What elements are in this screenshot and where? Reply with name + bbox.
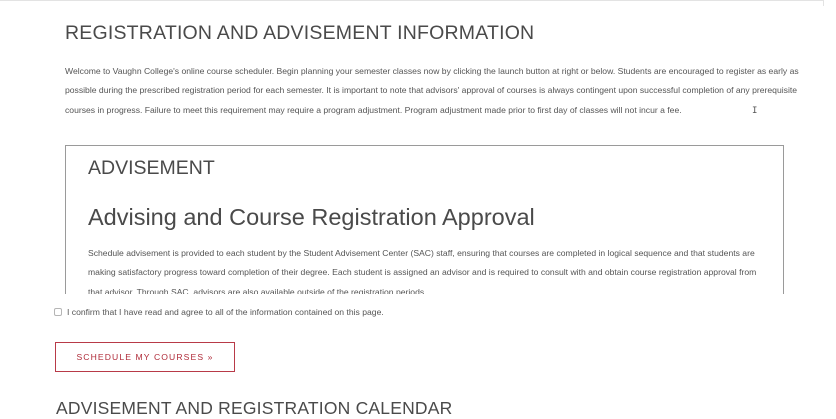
section-title: REGISTRATION AND ADVISEMENT INFORMATION: [65, 22, 535, 44]
page: REGISTRATION AND ADVISEMENT INFORMATION …: [0, 0, 836, 419]
advisement-box: ADVISEMENT Advising and Course Registrat…: [65, 145, 784, 294]
confirm-row[interactable]: I confirm that I have read and agree to …: [54, 306, 384, 318]
scroll-panel[interactable]: REGISTRATION AND ADVISEMENT INFORMATION …: [0, 0, 824, 294]
confirm-label: I confirm that I have read and agree to …: [67, 307, 384, 317]
advisement-body: Schedule advisement is provided to each …: [88, 248, 757, 294]
intro-paragraph: Welcome to Vaughn College's online cours…: [65, 66, 799, 115]
confirm-checkbox[interactable]: [54, 308, 62, 316]
advisement-heading: ADVISEMENT: [88, 157, 215, 179]
calendar-title: ADVISEMENT AND REGISTRATION CALENDAR: [56, 398, 453, 418]
advisement-subheading: Advising and Course Registration Approva…: [88, 204, 535, 230]
text-cursor-icon: I: [752, 106, 758, 116]
schedule-courses-button[interactable]: SCHEDULE MY COURSES »: [55, 342, 235, 372]
